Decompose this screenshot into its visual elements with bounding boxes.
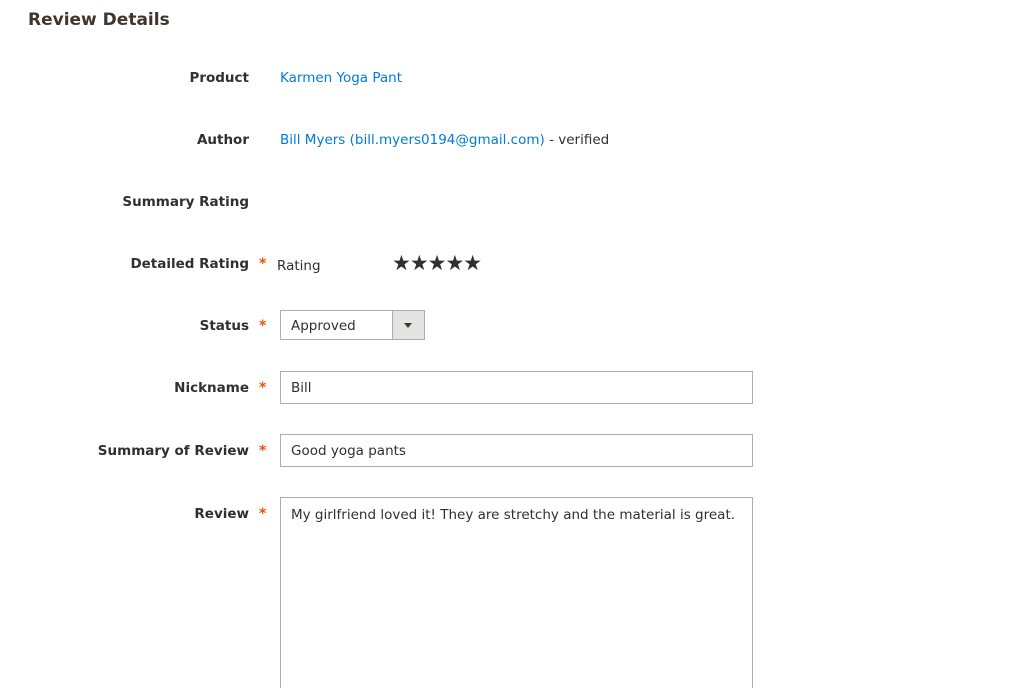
required-asterisk: * [259,443,267,459]
rating-label: Rating [277,258,321,274]
summary-rating-label: Summary Rating [122,194,249,210]
review-textarea[interactable]: My girlfriend loved it! They are stretch… [280,497,753,688]
required-asterisk: * [259,318,267,334]
chevron-down-icon [404,323,412,328]
status-select[interactable]: Approved [280,310,425,340]
required-asterisk: * [259,256,267,272]
status-label: Status [199,318,249,334]
summary-of-review-label: Summary of Review [97,443,249,459]
section-title: Review Details [28,10,170,30]
product-link[interactable]: Karmen Yoga Pant [280,69,402,87]
detailed-rating-label: Detailed Rating [130,256,249,272]
required-asterisk: * [259,506,267,522]
status-selected-value: Approved [291,318,356,334]
nickname-input[interactable] [280,371,753,404]
author-link[interactable]: Bill Myers (bill.myers0194@gmail.com) [280,132,545,148]
summary-of-review-input[interactable] [280,434,753,467]
author-value: Bill Myers (bill.myers0194@gmail.com) - … [280,131,609,149]
required-asterisk: * [259,380,267,396]
rating-stars[interactable]: ★★★★★ [392,252,482,274]
product-label: Product [189,70,249,86]
author-verified-text: - verified [544,132,610,148]
author-label: Author [196,132,249,148]
status-select-button[interactable] [392,311,424,339]
nickname-label: Nickname [174,380,249,396]
review-details-page: Review Details Product Karmen Yoga Pant … [0,0,1024,688]
review-label: Review [194,506,249,522]
